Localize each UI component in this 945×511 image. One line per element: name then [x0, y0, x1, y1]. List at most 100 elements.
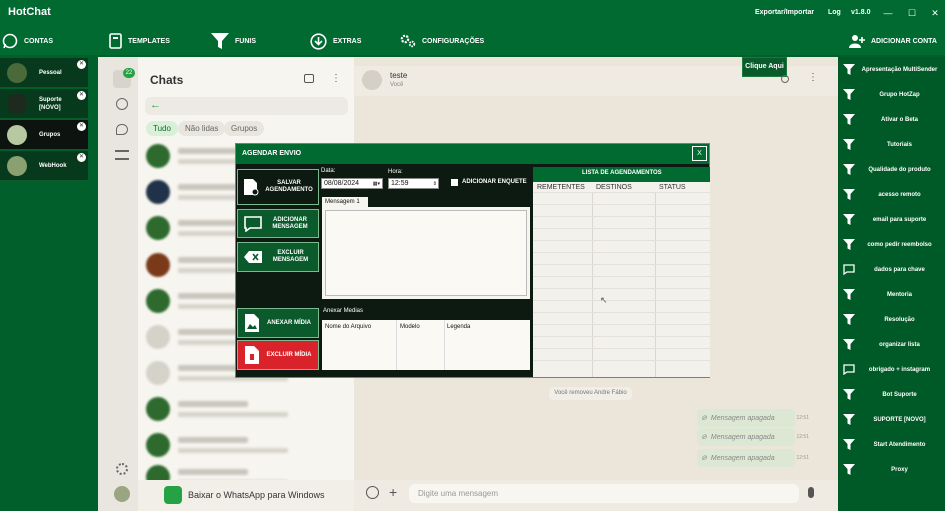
date-picker[interactable]: 08/08/2024 ▦▾: [321, 178, 383, 189]
enquete-checkbox[interactable]: [451, 179, 458, 186]
lista-col-header[interactable]: DESTINOS: [596, 184, 632, 191]
funnel-icon: [838, 189, 860, 200]
lista-col-header[interactable]: REMETENTES: [537, 184, 585, 191]
close-account-icon[interactable]: ✕: [77, 122, 86, 131]
close-account-icon[interactable]: ✕: [77, 91, 86, 100]
dialog-close-button[interactable]: X: [692, 146, 707, 161]
settings-icon[interactable]: [116, 463, 128, 475]
menu-extras-label: EXTRAS: [333, 37, 362, 45]
minimize-button[interactable]: —: [881, 6, 895, 20]
menu-funis[interactable]: FUNIS: [211, 32, 256, 50]
message-text: Mensagem apagada: [710, 454, 775, 462]
sidebar-item[interactable]: Tutoriais: [838, 132, 945, 157]
close-account-icon[interactable]: ✕: [77, 60, 86, 69]
profile-avatar[interactable]: [114, 486, 130, 502]
menu-configuracoes[interactable]: CONFIGURAÇÕES: [400, 32, 484, 50]
sidebar-item[interactable]: Apresentação MultiSender: [838, 57, 945, 82]
lista-col-header[interactable]: STATUS: [659, 184, 686, 191]
funnel-icon: [838, 289, 860, 300]
grid-line: [533, 300, 710, 301]
menu-dots-icon[interactable]: ⋮: [331, 73, 341, 84]
menu-adicionar-conta[interactable]: ADICIONAR CONTA: [849, 32, 937, 50]
list-item[interactable]: [142, 394, 350, 426]
exportar-importar-menu[interactable]: Exportar/Importar: [755, 9, 814, 16]
list-item[interactable]: [142, 430, 350, 462]
microphone-icon[interactable]: [808, 487, 814, 498]
message-bubble[interactable]: ⊘ Mensagem apagada 12:51: [697, 428, 809, 446]
sidebar-item[interactable]: Bot Suporte: [838, 382, 945, 407]
close-button[interactable]: ✕: [928, 6, 942, 20]
salvar-agendamento-button[interactable]: SALVAR AGENDAMENTO: [237, 169, 319, 205]
excluir-mensagem-button[interactable]: EXCLUIR MENSAGEM: [237, 242, 319, 272]
download-link[interactable]: Baixar o WhatsApp para Windows: [188, 490, 325, 500]
excluir-midia-button[interactable]: EXCLUIR MÍDIA: [237, 340, 319, 370]
search-icon[interactable]: [781, 75, 789, 83]
menu-templates[interactable]: TEMPLATES: [109, 32, 170, 50]
sidebar-item[interactable]: como pedir reembolso: [838, 232, 945, 257]
sidebar-item[interactable]: organizar lista: [838, 332, 945, 357]
filter-tudo[interactable]: Tudo: [146, 121, 178, 136]
sidebar-item[interactable]: Resolução: [838, 307, 945, 332]
media-col-header[interactable]: Legenda: [447, 324, 470, 330]
contact-name[interactable]: teste: [390, 71, 407, 80]
divider: [444, 320, 445, 370]
close-account-icon[interactable]: ✕: [77, 153, 86, 162]
sidebar-item[interactable]: Start Atendimento: [838, 432, 945, 457]
message-input[interactable]: Digite uma mensagem: [409, 484, 799, 503]
search-input[interactable]: [145, 97, 348, 115]
maximize-button[interactable]: ☐: [905, 6, 919, 20]
filter-nao-lidas[interactable]: Não lidas: [178, 121, 226, 136]
adicionar-mensagem-button[interactable]: ADICIONAR MENSAGEM: [237, 209, 319, 238]
log-menu[interactable]: Log: [828, 9, 841, 16]
media-col-header[interactable]: Nome do Arquivo: [325, 324, 371, 330]
account-webhook[interactable]: WebHook ✕: [0, 151, 88, 181]
message-bubble[interactable]: ⊘ Mensagem apagada 12:51: [697, 409, 809, 427]
sidebar-item[interactable]: dados para chave: [838, 257, 945, 282]
tab-mensagem-1[interactable]: Mensagem 1: [322, 197, 368, 207]
sidebar-item[interactable]: Ativar o Beta: [838, 107, 945, 132]
funnel-icon: [838, 314, 860, 325]
menu-extras[interactable]: EXTRAS: [310, 32, 361, 50]
sidebar-item[interactable]: Grupo HotZap: [838, 82, 945, 107]
message-text: Mensagem apagada: [710, 414, 775, 422]
status-icon[interactable]: [116, 98, 128, 110]
communities-icon[interactable]: [115, 150, 129, 160]
new-chat-icon[interactable]: [304, 74, 314, 83]
sidebar-item[interactable]: SUPORTE [NOVO]: [838, 407, 945, 432]
sidebar-item[interactable]: Qualidade do produto: [838, 157, 945, 182]
sidebar-item[interactable]: acesso remoto: [838, 182, 945, 207]
sidebar-item[interactable]: Mentoria: [838, 282, 945, 307]
message-textarea[interactable]: [325, 210, 527, 296]
media-col-header[interactable]: Modelo: [400, 324, 420, 330]
account-suporte[interactable]: Suporte [NOVO] ✕: [0, 89, 88, 119]
funnel-icon: [838, 239, 860, 250]
calendar-icon[interactable]: ▦▾: [373, 181, 382, 187]
grid-line: [533, 276, 710, 277]
sidebar-item-label: email para suporte: [872, 216, 927, 223]
menu-contas[interactable]: CONTAS: [2, 32, 53, 50]
message-bubble[interactable]: ⊘ Mensagem apagada 12:51: [697, 449, 809, 467]
spinner-icon[interactable]: ⇕: [433, 181, 438, 187]
sidebar-item[interactable]: Proxy: [838, 457, 945, 482]
sidebar-item[interactable]: email para suporte: [838, 207, 945, 232]
account-grupos[interactable]: Grupos ✕: [0, 120, 88, 150]
chats-title: Chats: [150, 73, 184, 87]
account-pessoal[interactable]: Pessoal ✕: [0, 58, 88, 88]
hora-label: Hora:: [388, 169, 403, 175]
grid-line: [533, 192, 710, 193]
contact-avatar[interactable]: [362, 70, 382, 90]
clique-aqui-button[interactable]: Clique Aqui: [742, 57, 787, 77]
menu-contas-label: CONTAS: [24, 37, 54, 45]
back-arrow-icon[interactable]: ←: [150, 99, 161, 111]
sidebar-item-label: Qualidade do produto: [868, 166, 931, 173]
attach-plus-icon[interactable]: +: [389, 484, 397, 500]
filter-grupos[interactable]: Grupos: [224, 121, 265, 136]
sidebar-item[interactable]: obrigado + instagram: [838, 357, 945, 382]
sidebar-item-label: Mentoria: [886, 291, 912, 298]
anexar-midia-button[interactable]: ANEXAR MÍDIA: [237, 308, 319, 338]
time-picker[interactable]: 12:59 ⇕: [388, 178, 439, 189]
emoji-icon[interactable]: [366, 486, 379, 499]
anexar-label: ANEXAR MÍDIA: [266, 319, 311, 326]
channels-icon[interactable]: [116, 124, 128, 135]
chat-menu-dots-icon[interactable]: ⋮: [808, 72, 818, 83]
